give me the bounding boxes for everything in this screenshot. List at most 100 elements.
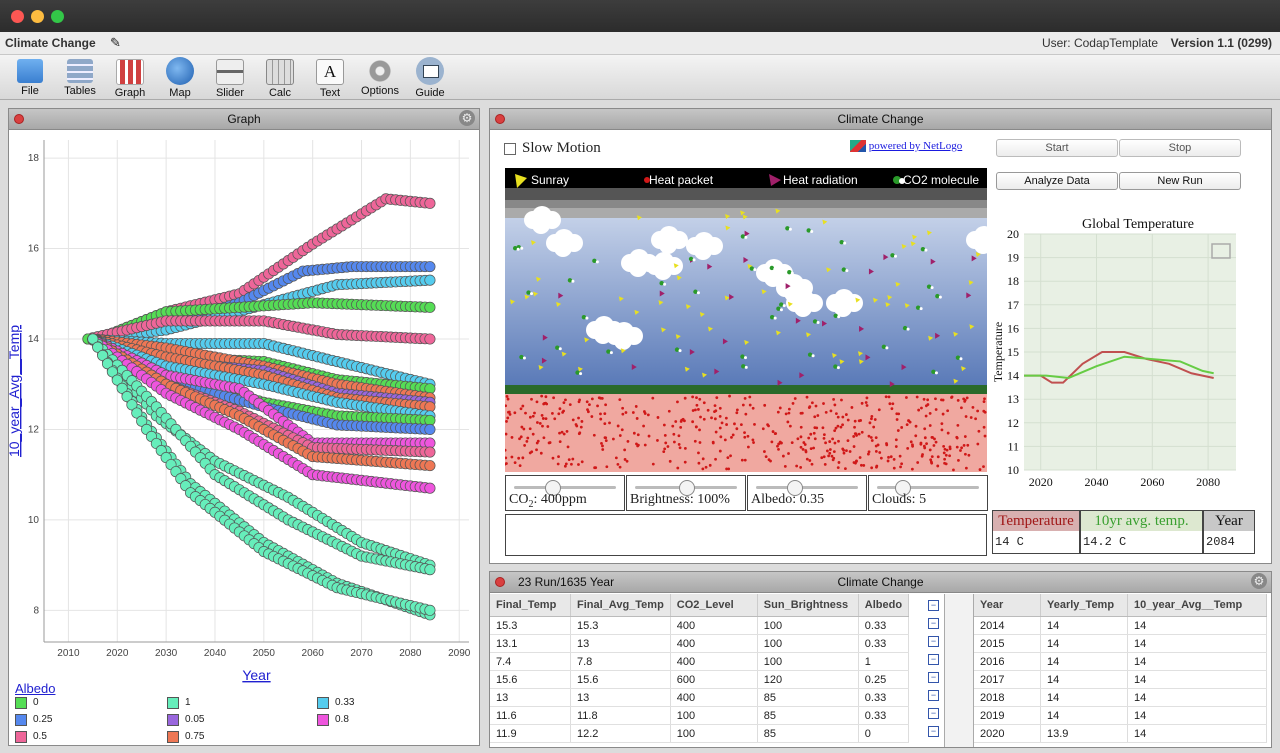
table-cell[interactable]: 14 xyxy=(1040,706,1128,725)
table-cell[interactable]: 400 xyxy=(670,688,758,707)
legend-swatch[interactable] xyxy=(15,731,27,743)
close-window-button[interactable] xyxy=(11,10,24,23)
column-header[interactable]: Albedo xyxy=(858,594,910,617)
slider-track[interactable] xyxy=(756,486,858,489)
slider-button[interactable]: Slider xyxy=(205,57,255,99)
simulation-view[interactable]: Sunray Heat packet Heat radiation CO2 molec… xyxy=(505,168,987,472)
table-cell[interactable]: 14 xyxy=(1127,670,1267,689)
legend-swatch[interactable] xyxy=(317,697,329,709)
zoom-window-button[interactable] xyxy=(51,10,64,23)
slow-motion-control[interactable]: Slow Motion xyxy=(504,140,601,157)
table-row[interactable]: 2019 14 14 xyxy=(974,706,1267,725)
y-axis-label[interactable]: 10_year_Avg__Temp xyxy=(9,325,22,457)
legend-attribute-label[interactable]: Albedo xyxy=(15,681,55,696)
column-header[interactable]: Final_Temp xyxy=(490,594,571,617)
slow-motion-checkbox[interactable] xyxy=(504,142,516,155)
table-cell[interactable]: 15.3 xyxy=(490,616,571,635)
global-temperature-plot[interactable]: Global Temperature 10 11 12 13 14 15 16 17 18 19 20… xyxy=(990,210,1250,490)
stop-button[interactable]: Stop xyxy=(1119,139,1241,157)
table-row[interactable]: 15.6 15.6 600 120 0.25 xyxy=(490,670,910,689)
table-cell[interactable]: 11.9 xyxy=(490,724,571,743)
table-cell[interactable]: 400 xyxy=(670,616,758,635)
table-row[interactable]: 11.9 12.2 100 85 0 xyxy=(490,724,910,743)
table-cell[interactable]: 2016 xyxy=(974,652,1041,671)
table-row[interactable]: 15.3 15.3 400 100 0.33 xyxy=(490,616,910,635)
collapse-row-icon[interactable]: − xyxy=(928,726,939,737)
table-cell[interactable]: 2018 xyxy=(974,688,1041,707)
netlogo-panel-header[interactable]: Climate Change xyxy=(490,109,1271,130)
table-cell[interactable]: 85 xyxy=(757,688,859,707)
table-row[interactable]: 2020 13.9 14 xyxy=(974,724,1267,743)
slider-widget[interactable]: Brightness: 100% xyxy=(626,475,746,511)
table-cell[interactable]: 0.25 xyxy=(858,670,910,689)
table-cell[interactable]: 100 xyxy=(670,724,758,743)
tables-button[interactable]: Tables xyxy=(55,57,105,97)
powered-by-netlogo-link[interactable]: powered by NetLogo xyxy=(850,140,962,153)
table-cell[interactable]: 11.8 xyxy=(570,706,671,725)
close-icon[interactable] xyxy=(495,577,505,587)
collapse-row-icon[interactable]: − xyxy=(928,600,939,611)
table-cell[interactable]: 14 xyxy=(1127,706,1267,725)
table-cell[interactable]: 85 xyxy=(757,706,859,725)
table-cell[interactable]: 7.4 xyxy=(490,652,571,671)
table-cell[interactable]: 14 xyxy=(1127,634,1267,653)
gear-icon[interactable]: ⚙ xyxy=(459,110,475,126)
graph-panel[interactable]: Graph ⚙ 2010 2020 2030 2040 2050 2060 2070 2080… xyxy=(8,108,480,746)
table-cell[interactable]: 100 xyxy=(670,706,758,725)
graph-panel-header[interactable]: Graph ⚙ xyxy=(9,109,479,130)
legend-swatch[interactable] xyxy=(15,714,27,726)
table-cell[interactable]: 100 xyxy=(757,616,859,635)
table-cell[interactable]: 400 xyxy=(670,652,758,671)
guide-button[interactable]: Guide xyxy=(405,57,455,99)
collapse-row-icon[interactable]: − xyxy=(928,672,939,683)
calc-button[interactable]: Calc xyxy=(255,57,305,99)
collapse-row-icon[interactable]: − xyxy=(928,618,939,629)
netlogo-panel[interactable]: Climate Change Slow Motion powered by Ne… xyxy=(489,108,1272,564)
table-cell[interactable]: 15.6 xyxy=(490,670,571,689)
options-button[interactable]: Options xyxy=(355,57,405,97)
minimize-window-button[interactable] xyxy=(31,10,44,23)
legend-swatch[interactable] xyxy=(167,731,179,743)
table-cell[interactable]: 2017 xyxy=(974,670,1041,689)
table-cell[interactable]: 13 xyxy=(570,634,671,653)
table-cell[interactable]: 0 xyxy=(858,724,910,743)
table-cell[interactable]: 2019 xyxy=(974,706,1041,725)
slider-track[interactable] xyxy=(877,486,979,489)
table-cell[interactable]: 0.33 xyxy=(858,706,910,725)
table-cell[interactable]: 14 xyxy=(1040,616,1128,635)
table-cell[interactable]: 0.33 xyxy=(858,688,910,707)
table-cell[interactable]: 600 xyxy=(670,670,758,689)
table-cell[interactable]: 120 xyxy=(757,670,859,689)
close-icon[interactable] xyxy=(495,114,505,124)
file-button[interactable]: File xyxy=(5,57,55,97)
table-row[interactable]: 13 13 400 85 0.33 xyxy=(490,688,910,707)
start-button[interactable]: Start xyxy=(996,139,1118,157)
collapse-row-icon[interactable]: − xyxy=(928,690,939,701)
text-button[interactable]: A Text xyxy=(305,57,355,99)
table-row[interactable]: 2018 14 14 xyxy=(974,688,1267,707)
case-table-header[interactable]: 23 Run/1635 Year Climate Change ⚙ xyxy=(490,572,1271,593)
table-cell[interactable]: 14 xyxy=(1127,652,1267,671)
legend-swatch[interactable] xyxy=(167,714,179,726)
column-header[interactable]: 10_year_Avg__Temp xyxy=(1127,594,1267,617)
years-table[interactable]: Year Yearly_Temp 10_year_Avg__Temp 2014 14 14… xyxy=(974,594,1267,743)
table-cell[interactable]: 400 xyxy=(670,634,758,653)
table-cell[interactable]: 7.8 xyxy=(570,652,671,671)
slider-widget[interactable]: Albedo: 0.35 xyxy=(747,475,867,511)
table-cell[interactable]: 2020 xyxy=(974,724,1041,743)
table-cell[interactable]: 0.33 xyxy=(858,634,910,653)
table-cell[interactable]: 13 xyxy=(570,688,671,707)
table-cell[interactable]: 100 xyxy=(757,652,859,671)
legend-swatch[interactable] xyxy=(317,714,329,726)
table-cell[interactable]: 13 xyxy=(490,688,571,707)
table-cell[interactable]: 2015 xyxy=(974,634,1041,653)
table-cell[interactable]: 100 xyxy=(757,634,859,653)
table-cell[interactable]: 1 xyxy=(858,652,910,671)
column-header[interactable]: Yearly_Temp xyxy=(1040,594,1128,617)
table-cell[interactable]: 14 xyxy=(1040,670,1128,689)
column-header[interactable]: Year xyxy=(974,594,1041,617)
slider-track[interactable] xyxy=(514,486,616,489)
table-cell[interactable]: 0.33 xyxy=(858,616,910,635)
table-cell[interactable]: 14 xyxy=(1127,688,1267,707)
slider-widget[interactable]: CO2: 400ppm xyxy=(505,475,625,511)
